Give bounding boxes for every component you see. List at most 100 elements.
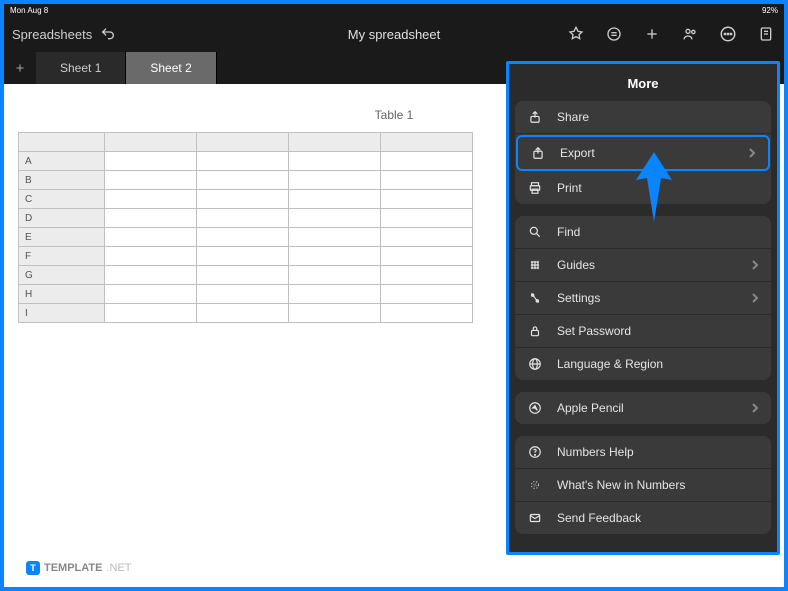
collaborate-icon[interactable] xyxy=(680,24,700,44)
undo-icon[interactable] xyxy=(100,26,116,42)
more-panel: More Share Export Print Find xyxy=(506,61,780,555)
table-corner[interactable] xyxy=(19,133,105,152)
row-header[interactable]: D xyxy=(19,209,105,228)
cell[interactable] xyxy=(197,209,289,228)
app-frame: Mon Aug 8 92% Spreadsheets My spreadshee… xyxy=(4,4,784,587)
column-header[interactable] xyxy=(197,133,289,152)
menu-item-settings[interactable]: Settings xyxy=(515,282,771,315)
document-title[interactable]: My spreadsheet xyxy=(348,27,441,42)
menu-item-print[interactable]: Print xyxy=(515,172,771,204)
cell[interactable] xyxy=(381,247,473,266)
cell[interactable] xyxy=(289,247,381,266)
menu-item-set-password[interactable]: Set Password xyxy=(515,315,771,348)
pin-icon[interactable] xyxy=(566,24,586,44)
menu-item-apple-pencil[interactable]: Apple Pencil xyxy=(515,392,771,424)
column-header[interactable] xyxy=(289,133,381,152)
cell[interactable] xyxy=(381,228,473,247)
cell[interactable] xyxy=(197,285,289,304)
cell[interactable] xyxy=(105,266,197,285)
sheet-tab-1[interactable]: Sheet 1 xyxy=(36,52,126,84)
cell[interactable] xyxy=(197,190,289,209)
menu-label: Find xyxy=(557,225,580,239)
menu-group: Apple Pencil xyxy=(515,392,771,424)
row-header[interactable]: E xyxy=(19,228,105,247)
add-sheet-button[interactable] xyxy=(4,52,36,84)
status-bar: Mon Aug 8 92% xyxy=(4,4,784,16)
cell[interactable] xyxy=(105,304,197,323)
row-header[interactable]: C xyxy=(19,190,105,209)
cell[interactable] xyxy=(105,152,197,171)
cell[interactable] xyxy=(197,304,289,323)
cell[interactable] xyxy=(105,285,197,304)
settings-icon xyxy=(527,290,543,306)
menu-label: Share xyxy=(557,110,589,124)
cell[interactable] xyxy=(381,152,473,171)
cell[interactable] xyxy=(197,228,289,247)
more-panel-title: More xyxy=(515,70,771,101)
cell[interactable] xyxy=(105,247,197,266)
cell[interactable] xyxy=(381,266,473,285)
menu-label: Print xyxy=(557,181,582,195)
cell[interactable] xyxy=(197,152,289,171)
column-header[interactable] xyxy=(381,133,473,152)
status-left: Mon Aug 8 xyxy=(10,6,48,15)
cell[interactable] xyxy=(289,190,381,209)
row-header[interactable]: A xyxy=(19,152,105,171)
cell[interactable] xyxy=(105,228,197,247)
cell[interactable] xyxy=(381,209,473,228)
menu-item-export[interactable]: Export xyxy=(516,135,770,171)
menu-item-feedback[interactable]: Send Feedback xyxy=(515,502,771,534)
row-header[interactable]: B xyxy=(19,171,105,190)
cell[interactable] xyxy=(105,171,197,190)
back-label: Spreadsheets xyxy=(12,27,92,42)
cell[interactable] xyxy=(289,152,381,171)
search-icon xyxy=(527,224,543,240)
chevron-right-icon xyxy=(751,402,759,414)
cell[interactable] xyxy=(381,285,473,304)
cell[interactable] xyxy=(105,190,197,209)
back-button[interactable]: Spreadsheets xyxy=(12,26,116,42)
top-bar: Spreadsheets My spreadsheet xyxy=(4,16,784,52)
sheet-tab-2[interactable]: Sheet 2 xyxy=(126,52,216,84)
menu-item-help[interactable]: Numbers Help xyxy=(515,436,771,469)
share-icon xyxy=(527,109,543,125)
cell[interactable] xyxy=(289,266,381,285)
cell[interactable] xyxy=(197,247,289,266)
print-icon xyxy=(527,180,543,196)
menu-item-share[interactable]: Share xyxy=(515,101,771,134)
row-header[interactable]: F xyxy=(19,247,105,266)
chevron-right-icon xyxy=(751,292,759,304)
cell[interactable] xyxy=(289,304,381,323)
cell[interactable] xyxy=(197,266,289,285)
chevron-right-icon xyxy=(751,259,759,271)
menu-item-find[interactable]: Find xyxy=(515,216,771,249)
cell[interactable] xyxy=(381,171,473,190)
menu-label: Send Feedback xyxy=(557,511,641,525)
format-icon[interactable] xyxy=(604,24,624,44)
menu-item-whats-new[interactable]: What's New in Numbers xyxy=(515,469,771,502)
cell[interactable] xyxy=(381,190,473,209)
spreadsheet-table[interactable]: A B C D E F G H I xyxy=(18,132,473,323)
cell[interactable] xyxy=(381,304,473,323)
row-header[interactable]: G xyxy=(19,266,105,285)
cell[interactable] xyxy=(289,209,381,228)
menu-item-guides[interactable]: Guides xyxy=(515,249,771,282)
more-icon[interactable] xyxy=(718,24,738,44)
cell[interactable] xyxy=(289,171,381,190)
cell[interactable] xyxy=(289,285,381,304)
document-icon[interactable] xyxy=(756,24,776,44)
column-header[interactable] xyxy=(105,133,197,152)
add-icon[interactable] xyxy=(642,24,662,44)
menu-label: Set Password xyxy=(557,324,631,338)
menu-group: Find Guides Settings Set Password Langua… xyxy=(515,216,771,380)
cell[interactable] xyxy=(197,171,289,190)
row-header[interactable]: I xyxy=(19,304,105,323)
watermark-badge: T xyxy=(26,561,40,575)
row-header[interactable]: H xyxy=(19,285,105,304)
lock-icon xyxy=(527,323,543,339)
cell[interactable] xyxy=(105,209,197,228)
watermark-suffix: .NET xyxy=(106,562,131,574)
cell[interactable] xyxy=(289,228,381,247)
menu-item-language[interactable]: Language & Region xyxy=(515,348,771,380)
mail-icon xyxy=(527,510,543,526)
